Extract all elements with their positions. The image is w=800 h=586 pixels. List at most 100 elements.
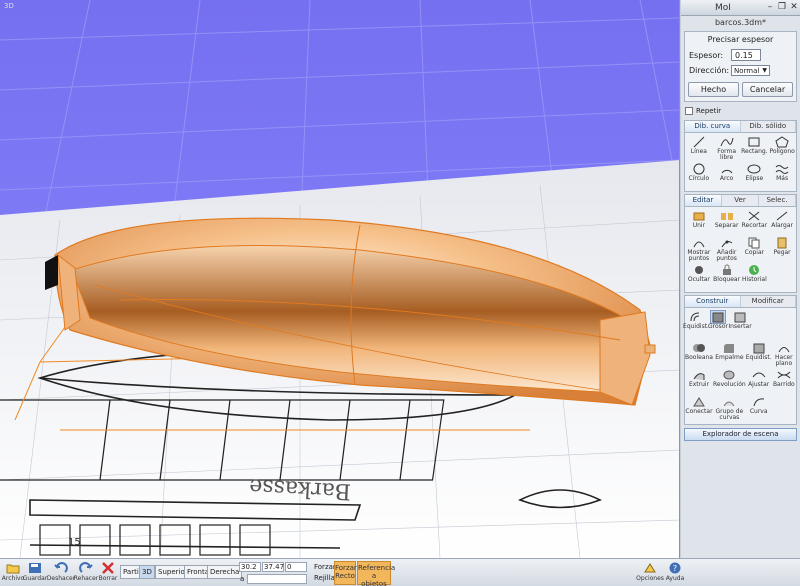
offset-icon — [688, 310, 704, 324]
undo-icon — [54, 561, 68, 575]
revolve-icon — [721, 368, 737, 382]
help-button[interactable]: ? Ayuda — [664, 559, 686, 586]
extrude-icon — [691, 368, 707, 382]
title-bar: MoI – ❐ ✕ — [681, 0, 800, 16]
blueprint-number: 15 — [68, 537, 81, 548]
tab-draw-curve[interactable]: Dib. curva — [685, 121, 741, 132]
view-3d-button[interactable]: 3D — [139, 565, 155, 579]
tool-history[interactable]: Historial — [741, 263, 769, 290]
tool-separate[interactable]: Separar — [713, 209, 741, 236]
direction-label: Dirección: — [689, 66, 730, 75]
command-heading: Precisar espesor — [707, 35, 774, 44]
separate-icon — [719, 209, 735, 223]
scene-browser-button[interactable]: Explorador de escena — [684, 428, 797, 441]
3d-viewport[interactable]: Barkasse 15 3D — [0, 0, 680, 558]
tab-modify[interactable]: Modificar — [740, 296, 796, 307]
restore-icon[interactable]: ❐ — [777, 2, 787, 12]
tool-network[interactable]: Conectar — [685, 395, 713, 422]
done-button[interactable]: Hecho — [688, 82, 739, 97]
tab-edit[interactable]: Editar — [685, 195, 722, 206]
tool-curve-group[interactable]: Grupo de curvas — [713, 395, 746, 422]
sweep-icon — [751, 368, 767, 382]
delete-button[interactable]: Borrar — [98, 559, 118, 586]
coord-z[interactable]: 0 — [285, 562, 307, 572]
tool-trim[interactable]: Recortar — [741, 209, 769, 236]
bottom-toolbar: Archivo Guardar Deshacer Rehacer Borrar … — [0, 558, 800, 586]
tool-lock[interactable]: Bloquear — [713, 263, 741, 290]
tool-insert[interactable]: Insertar — [728, 310, 752, 337]
tool-rectangle[interactable]: Rectang. — [741, 135, 769, 162]
tool-add-points[interactable]: Añadir puntos — [713, 236, 741, 263]
minimize-icon[interactable]: – — [765, 2, 775, 12]
coord-x[interactable]: 30.2 — [239, 562, 261, 572]
tab-construct[interactable]: Construir — [685, 296, 741, 307]
tool-join[interactable]: Unir — [685, 209, 713, 236]
chevron-down-icon: ▼ — [762, 67, 767, 74]
tool-freeform[interactable]: Forma libre — [713, 135, 741, 162]
show-points-icon — [691, 236, 707, 250]
view-right-button[interactable]: Derecha — [207, 565, 243, 579]
hide-icon — [691, 263, 707, 277]
tool-circle[interactable]: Círculo — [685, 162, 713, 189]
tool-paste[interactable]: Pegar — [768, 236, 796, 263]
tool-shell[interactable]: Grosor — [707, 310, 729, 337]
insert-icon — [732, 310, 748, 324]
options-button[interactable]: Opciones — [636, 559, 664, 586]
coord-input[interactable] — [247, 574, 307, 584]
history-icon — [746, 263, 762, 277]
planar-icon — [776, 341, 792, 355]
thickness-command: Precisar espesor Espesor: 0.15 Dirección… — [684, 31, 797, 102]
line-icon — [691, 135, 707, 149]
tool-hide[interactable]: Ocultar — [685, 263, 713, 290]
tool-polygon[interactable]: Polígono — [768, 135, 796, 162]
svg-text:?: ? — [673, 564, 677, 573]
tool-line[interactable]: Línea — [685, 135, 713, 162]
coord-at-label: a — [240, 575, 245, 583]
grid-snap-label[interactable]: Rejilla — [314, 574, 335, 582]
tool-sweep[interactable]: Ajustar — [746, 368, 772, 395]
tool-extend[interactable]: Alargar — [768, 209, 796, 236]
coord-y[interactable]: 37.47 — [262, 562, 284, 572]
tool-more[interactable]: Más — [768, 162, 796, 189]
rectangle-icon — [746, 135, 762, 149]
tool-extrude[interactable]: Extruir — [685, 368, 713, 395]
thickness-input[interactable]: 0.15 — [731, 49, 761, 61]
tool-copy[interactable]: Copiar — [741, 236, 769, 263]
tab-view[interactable]: Ver — [722, 195, 759, 206]
tool-loft[interactable]: Barrido — [772, 368, 796, 395]
tab-draw-solid[interactable]: Dib. sólido — [740, 121, 796, 132]
help-icon: ? — [668, 561, 682, 575]
direction-select[interactable]: Normal ▼ — [731, 65, 770, 76]
lock-icon — [719, 263, 735, 277]
undo-button[interactable]: Deshacer — [47, 559, 75, 586]
tool-fillet[interactable]: Empalme — [713, 341, 746, 368]
close-icon[interactable]: ✕ — [789, 2, 799, 12]
viewport-label: 3D — [4, 2, 14, 10]
tool-boolean[interactable]: Booleana — [685, 341, 713, 368]
tool-ellipse[interactable]: Elipse — [741, 162, 769, 189]
save-button[interactable]: Guardar — [23, 559, 47, 586]
object-snap-button[interactable]: Referencia a objetos — [357, 561, 395, 586]
repeat-checkbox[interactable] — [685, 107, 693, 115]
redo-icon — [79, 561, 93, 575]
tool-show-points[interactable]: Mostrar puntos — [685, 236, 713, 263]
boolean-icon — [691, 341, 707, 355]
options-icon — [643, 561, 657, 575]
curve-group-icon — [721, 395, 737, 409]
side-panel: MoI – ❐ ✕ barcos.3dm* Precisar espesor E… — [681, 0, 800, 558]
tool-arc[interactable]: Arco — [713, 162, 741, 189]
straight-snap-button[interactable]: Forzar Recto — [334, 561, 357, 585]
tool-curve[interactable]: Curva — [746, 395, 772, 422]
viewport-canvas[interactable]: Barkasse 15 — [0, 0, 680, 558]
tool-revolve[interactable]: Revolución — [713, 368, 746, 395]
tool-planar[interactable]: Hacer plano — [772, 341, 796, 368]
redo-button[interactable]: Rehacer — [74, 559, 98, 586]
file-name: barcos.3dm* — [714, 18, 767, 27]
tool-offset-2[interactable]: Equidist. — [746, 341, 772, 368]
cancel-button[interactable]: Cancelar — [742, 82, 793, 97]
tool-offset[interactable]: Equidist. — [683, 310, 709, 337]
file-button[interactable]: Archivo — [2, 559, 24, 586]
edit-palette: Editar Ver Selec. Unir Separar Recortar … — [684, 194, 797, 293]
tab-select[interactable]: Selec. — [759, 195, 796, 206]
offset-icon — [751, 341, 767, 355]
